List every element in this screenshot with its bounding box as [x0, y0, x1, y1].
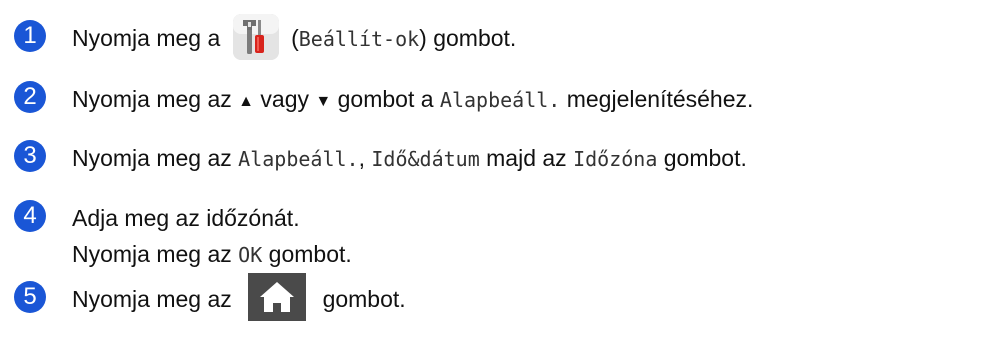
step-4-line-2-after: gombot. — [262, 241, 352, 267]
step-2-text-before: Nyomja meg az — [72, 86, 232, 112]
step-4-line-2: Nyomja meg az OK gombot. — [72, 236, 352, 273]
step-1: 1 Nyomja meg a (Beállít-ok) gombot. — [14, 14, 517, 60]
step-3-separator: , — [358, 145, 365, 171]
step-1-settings-label: Beállít-ok — [298, 27, 420, 52]
step-number-badge: 5 — [14, 281, 46, 313]
step-3-menu-label-1: Alapbeáll. — [238, 147, 359, 171]
step-2: 2 Nyomja meg az ▲ vagy ▼ gombot a Alapbe… — [14, 81, 753, 121]
step-5: 5 Nyomja meg az gombot. — [14, 273, 406, 321]
step-1-paren-close: ) — [419, 25, 427, 52]
step-4-line-1: Adja meg az időzónát. — [72, 205, 300, 231]
home-icon — [248, 273, 307, 321]
step-3-text-after: gombot. — [657, 145, 747, 171]
step-2-menu-label: Alapbeáll. — [439, 88, 561, 112]
down-arrow-icon: ▼ — [315, 93, 332, 110]
step-2-text-after: megjelenítéséhez. — [560, 86, 754, 112]
step-1-text-before: Nyomja meg a — [72, 25, 221, 52]
step-3-menu-label-3: Időzóna — [573, 147, 658, 171]
step-number-badge: 1 — [14, 20, 46, 52]
step-1-paren-open: ( — [291, 25, 299, 52]
step-3-text: Nyomja meg az Alapbeáll., Idő&dátum majd… — [72, 140, 747, 177]
step-3-menu-label-2: Idő&dátum — [371, 147, 480, 171]
step-4: 4 Adja meg az időzónát. Nyomja meg az OK… — [14, 200, 352, 273]
up-arrow-icon: ▲ — [238, 93, 255, 110]
step-number-badge: 3 — [14, 140, 46, 172]
step-4-ok-label: OK — [238, 243, 263, 267]
step-3-text-mid: majd az — [479, 145, 574, 171]
step-5-text: Nyomja meg az gombot. — [72, 273, 406, 321]
step-4-line-2-before: Nyomja meg az — [72, 241, 232, 267]
step-2-text-mid: vagy — [260, 86, 309, 112]
step-number-badge: 2 — [14, 81, 46, 113]
step-2-text-mid2: gombot a — [337, 86, 434, 112]
step-4-text: Adja meg az időzónát. Nyomja meg az OK g… — [72, 200, 352, 273]
step-3: 3 Nyomja meg az Alapbeáll., Idő&dátum ma… — [14, 140, 747, 177]
step-5-text-before: Nyomja meg az — [72, 286, 232, 313]
step-1-text-after: gombot. — [426, 25, 517, 52]
step-1-text: Nyomja meg a (Beállít-ok) gombot. — [72, 14, 517, 60]
step-number-badge: 4 — [14, 200, 46, 232]
step-2-text: Nyomja meg az ▲ vagy ▼ gombot a Alapbeál… — [72, 81, 753, 121]
step-3-text-before: Nyomja meg az — [72, 145, 232, 171]
settings-icon — [232, 14, 279, 60]
step-5-text-after: gombot. — [322, 286, 406, 313]
